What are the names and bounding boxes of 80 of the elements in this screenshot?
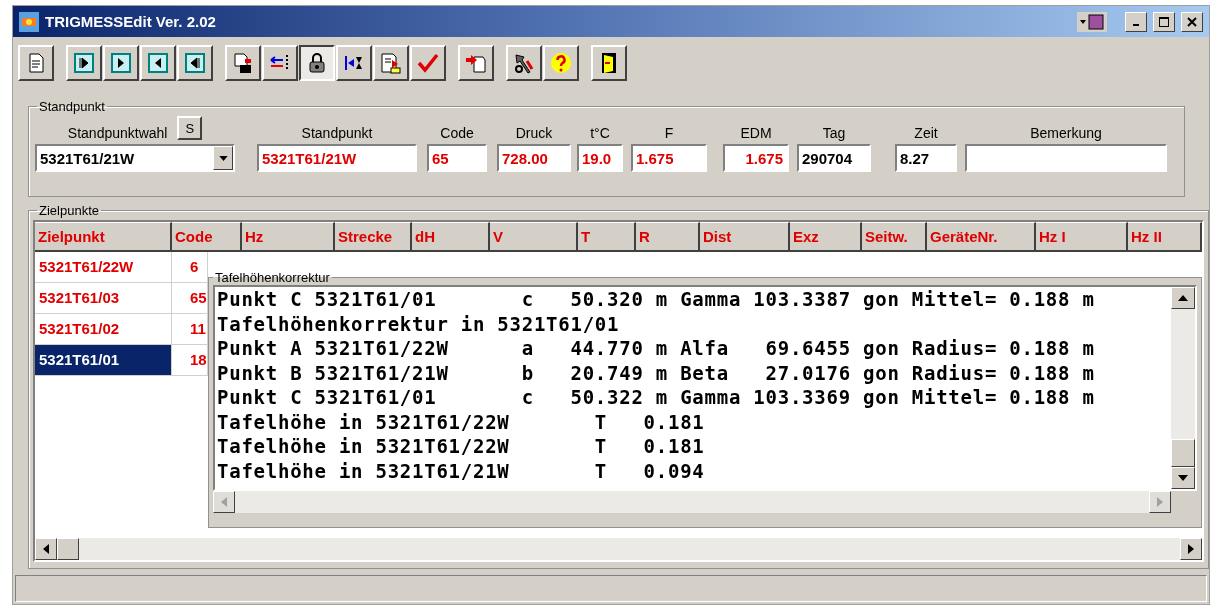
minimize-icon: [1133, 24, 1139, 26]
column-header[interactable]: GeräteNr.: [927, 222, 1036, 252]
scroll-down-icon: [1178, 475, 1188, 481]
column-header[interactable]: Hz II: [1128, 222, 1202, 252]
output-line: Tafelhöhe in 5321T61/21W T 0.094: [217, 458, 706, 483]
input-field[interactable]: 728.00: [497, 144, 571, 172]
scroll-left-icon: [221, 497, 227, 507]
window-title: TRIGMESSEdit Ver. 2.02: [45, 13, 216, 30]
column-header[interactable]: Hz I: [1036, 222, 1128, 252]
system-menu-icon[interactable]: [1077, 11, 1107, 32]
help-icon: [549, 51, 573, 75]
column-header[interactable]: Dist: [700, 222, 790, 252]
app-icon: [19, 11, 39, 32]
toolbar-button[interactable]: [299, 45, 335, 81]
input-field[interactable]: [965, 144, 1167, 172]
input-field[interactable]: 8.27: [895, 144, 957, 172]
input-field[interactable]: 1.675: [723, 144, 789, 172]
scrollbar-thumb[interactable]: [1171, 439, 1195, 467]
field-label: Code: [440, 124, 474, 142]
table-cell[interactable]: 5321T61/03: [35, 283, 172, 314]
scroll-left-icon: [43, 544, 49, 554]
table-cell[interactable]: 5321T61/01: [35, 345, 172, 376]
play-icon: [109, 51, 133, 75]
tools-icon: [512, 51, 536, 75]
output-line: Punkt C 5321T61/01 c 50.320 m Gamma 103.3387 gon Mittel= 0.188 m: [217, 287, 1096, 312]
field-label: Standpunkt: [301, 124, 373, 142]
document-arrow-icon: [379, 51, 403, 75]
scroll-right-icon: [1188, 544, 1194, 554]
horizontal-scrollbar[interactable]: [35, 538, 1202, 560]
input-field[interactable]: 1.675: [631, 144, 707, 172]
scroll-right-icon: [1157, 497, 1163, 507]
field-label: Tag: [822, 124, 846, 142]
column-header[interactable]: Exz: [790, 222, 862, 252]
standpunkt-dropdown[interactable]: 5321T61/21W: [35, 144, 235, 172]
horizontal-scrollbar[interactable]: [213, 491, 1171, 513]
column-header[interactable]: Hz: [242, 222, 335, 252]
column-header[interactable]: dH: [412, 222, 490, 252]
column-header[interactable]: Strecke: [335, 222, 412, 252]
vertical-scrollbar[interactable]: [1171, 287, 1195, 489]
skip-back-icon: [183, 51, 207, 75]
input-field[interactable]: 19.0: [577, 144, 623, 172]
field-label: t°C: [590, 124, 610, 142]
input-field[interactable]: 65: [427, 144, 487, 172]
minimize-button[interactable]: [1125, 11, 1147, 32]
scrollbar-thumb[interactable]: [57, 538, 79, 560]
group-title: Standpunkt: [38, 99, 106, 114]
maximize-button[interactable]: [1153, 11, 1175, 32]
output-line: Punkt C 5321T61/01 c 50.322 m Gamma 103.3369 gon Mittel= 0.188 m: [217, 385, 1096, 410]
table-cell[interactable]: 5321T61/22W: [35, 252, 172, 283]
skip-forward-icon: [72, 51, 96, 75]
column-header[interactable]: V: [490, 222, 578, 252]
field-label: Standpunktwahl: [67, 124, 168, 142]
input-field[interactable]: 5321T61/21W: [257, 144, 417, 172]
s-button[interactable]: S: [177, 116, 203, 140]
field-label: Druck: [515, 124, 553, 142]
field-label: Zeit: [914, 124, 938, 142]
back-icon: [146, 51, 170, 75]
input-field[interactable]: 290704: [797, 144, 871, 172]
field-label: EDM: [740, 124, 772, 142]
column-header[interactable]: Zielpunkt: [35, 222, 172, 252]
column-header[interactable]: R: [636, 222, 700, 252]
group-title: Zielpunkte: [38, 203, 100, 218]
column-header[interactable]: Code: [172, 222, 242, 252]
column-header[interactable]: Seitw.: [862, 222, 927, 252]
maximize-icon: [1159, 16, 1169, 27]
panel-title: Tafelhöhenkorrektur: [214, 270, 331, 285]
column-header[interactable]: T: [578, 222, 636, 252]
checkmark-icon: [416, 51, 440, 75]
output-line: Tafelhöhe in 5321T61/22W T 0.181: [217, 434, 706, 459]
field-label: Bemerkung: [1030, 124, 1102, 142]
output-line: Tafelhöhe in 5321T61/22W T 0.181: [217, 409, 706, 434]
close-button[interactable]: [1181, 11, 1203, 32]
output-line: Punkt A 5321T61/22W a 44.770 m Alfa 69.6455 gon Radius= 0.188 m: [217, 336, 1096, 361]
field-label: F: [664, 124, 674, 142]
close-icon: [1187, 16, 1197, 27]
output-line: Tafelhöhenkorrektur in 5321T61/01: [217, 311, 621, 336]
table-cell[interactable]: 6: [172, 252, 208, 283]
output-line: Punkt B 5321T61/21W b 20.749 m Beta 27.0176 gon Radius= 0.188 m: [217, 360, 1096, 385]
caret-icon: [218, 155, 228, 161]
scroll-up-icon: [1178, 295, 1188, 301]
